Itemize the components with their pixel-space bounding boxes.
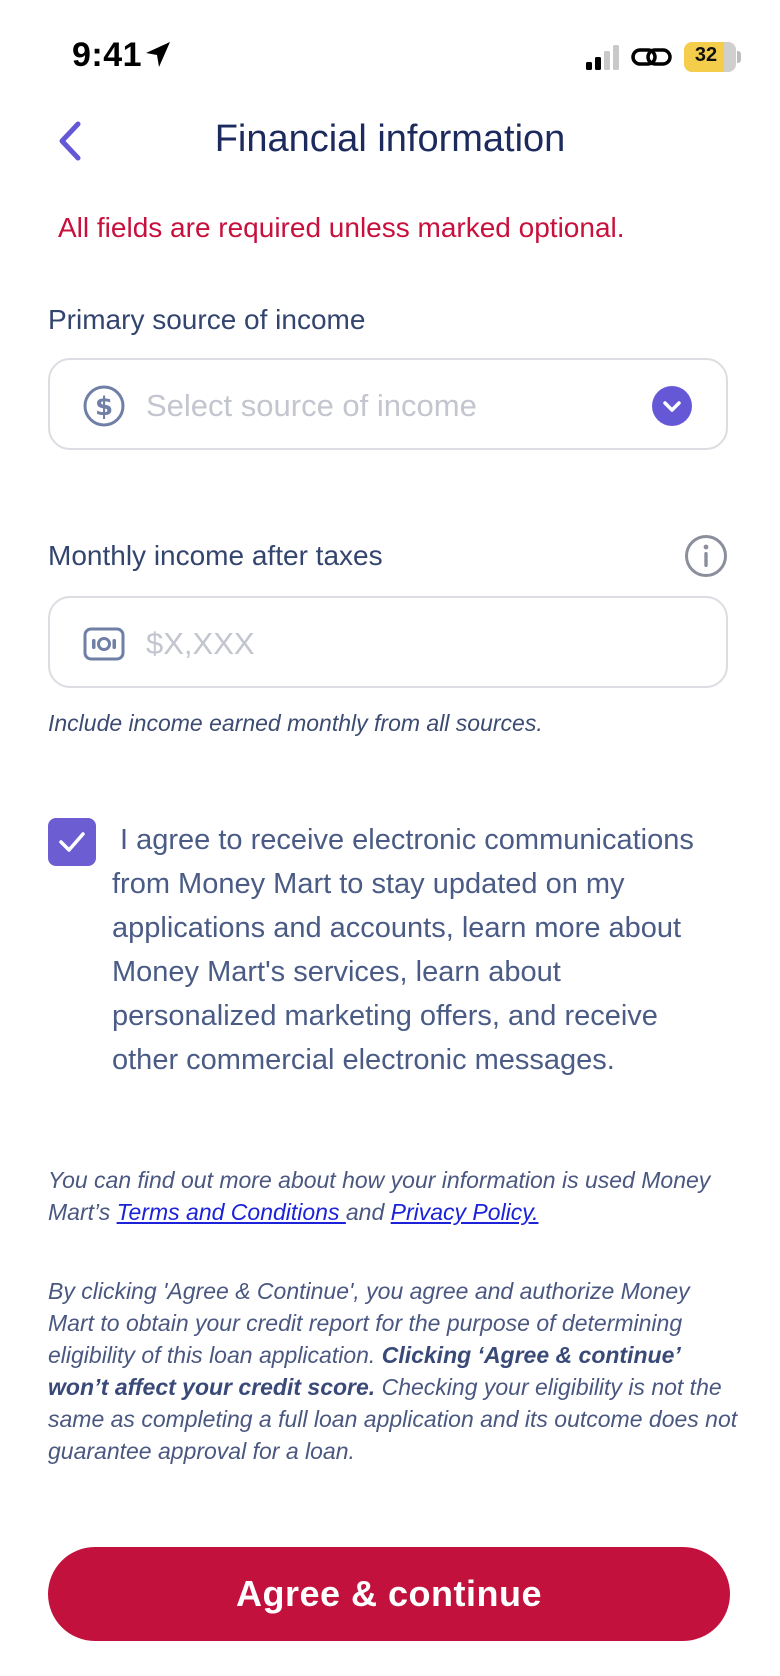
info-icon[interactable]	[684, 534, 728, 578]
consent-text: I agree to receive electronic communicat…	[112, 824, 694, 1076]
agree-continue-button[interactable]: Agree & continue	[48, 1547, 730, 1641]
page-title: Financial information	[214, 118, 566, 160]
dollar-icon: $	[83, 385, 125, 427]
status-time: 9:41	[72, 36, 143, 74]
cellular-signal-icon	[586, 45, 619, 70]
income-source-placeholder: Select source of income	[146, 388, 477, 423]
cash-icon	[83, 627, 125, 661]
monthly-income-field[interactable]: $X,XXX	[48, 596, 728, 688]
income-source-label: Primary source of income	[48, 304, 366, 335]
consent-checkbox[interactable]	[48, 818, 96, 866]
battery-level: 32	[694, 44, 718, 66]
monthly-income-placeholder: $X,XXX	[146, 626, 255, 661]
and-text: and	[345, 1199, 391, 1225]
monthly-income-helper: Include income earned monthly from all s…	[48, 710, 543, 736]
location-arrow-icon	[146, 42, 170, 67]
battery-nub	[737, 51, 741, 63]
dropdown-chevron-icon[interactable]	[652, 386, 692, 426]
checkmark-icon	[59, 832, 85, 852]
privacy-policy-link[interactable]: Privacy Policy.	[391, 1199, 539, 1225]
info-usage-note: You can find out more about how your inf…	[48, 1164, 738, 1228]
hotspot-link-icon	[631, 48, 672, 66]
monthly-income-label: Monthly income after taxes	[48, 540, 383, 571]
required-fields-note: All fields are required unless marked op…	[58, 212, 625, 243]
terms-link[interactable]: Terms and Conditions	[117, 1199, 346, 1225]
credit-authorization-note: By clicking 'Agree & Continue', you agre…	[48, 1275, 738, 1467]
income-source-select[interactable]: $ Select source of income	[48, 358, 728, 450]
battery-icon: 32	[684, 42, 736, 72]
svg-text:$: $	[95, 392, 113, 422]
